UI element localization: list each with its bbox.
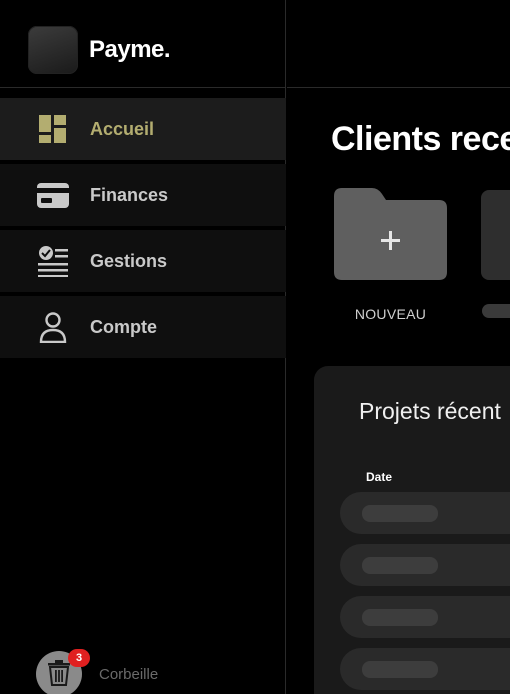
table-row[interactable] (340, 544, 510, 586)
table-row[interactable] (340, 648, 510, 690)
client-folder-label-placeholder (482, 304, 510, 318)
skeleton-pill (362, 557, 438, 574)
sidebar-item-compte[interactable]: Compte (0, 296, 286, 358)
column-header-date[interactable]: Date (366, 470, 392, 484)
credit-card-icon (37, 183, 69, 208)
new-client-folder[interactable] (334, 188, 447, 280)
skeleton-pill (362, 505, 438, 522)
trash-icon (48, 660, 70, 686)
sidebar-item-gestions[interactable]: Gestions (0, 230, 286, 292)
new-folder-label: NOUVEAU (354, 306, 427, 322)
client-folder[interactable] (481, 190, 510, 280)
main-content: Clients rece NOUVEAU Projets récent Date (287, 0, 510, 694)
checklist-icon (38, 246, 68, 277)
skeleton-pill (362, 661, 438, 678)
sidebar-item-label: Gestions (90, 251, 168, 271)
trash-label[interactable]: Corbeille (99, 666, 158, 683)
sidebar-item-finances[interactable]: Finances (0, 164, 286, 226)
main-header (287, 0, 510, 88)
brand-name: Payme. (89, 36, 171, 63)
sidebar-item-label: Compte (90, 317, 157, 337)
projects-title: Projets récent (359, 398, 501, 424)
sidebar: Payme. Accueil Finances Gestions Compte … (0, 0, 286, 694)
brand-header: Payme. (0, 0, 286, 88)
table-row[interactable] (340, 492, 510, 534)
recent-projects-card: Projets récent Date (314, 366, 510, 694)
sidebar-item-label: Accueil (90, 119, 155, 139)
user-icon (39, 312, 67, 343)
table-row[interactable] (340, 596, 510, 638)
app-logo[interactable] (28, 26, 78, 74)
dashboard-icon (39, 115, 66, 143)
sidebar-item-accueil[interactable]: Accueil (0, 98, 286, 160)
sidebar-item-label: Finances (90, 185, 169, 205)
page-title: Clients rece (331, 120, 510, 158)
trash-count-badge: 3 (68, 649, 90, 667)
skeleton-pill (362, 609, 438, 626)
